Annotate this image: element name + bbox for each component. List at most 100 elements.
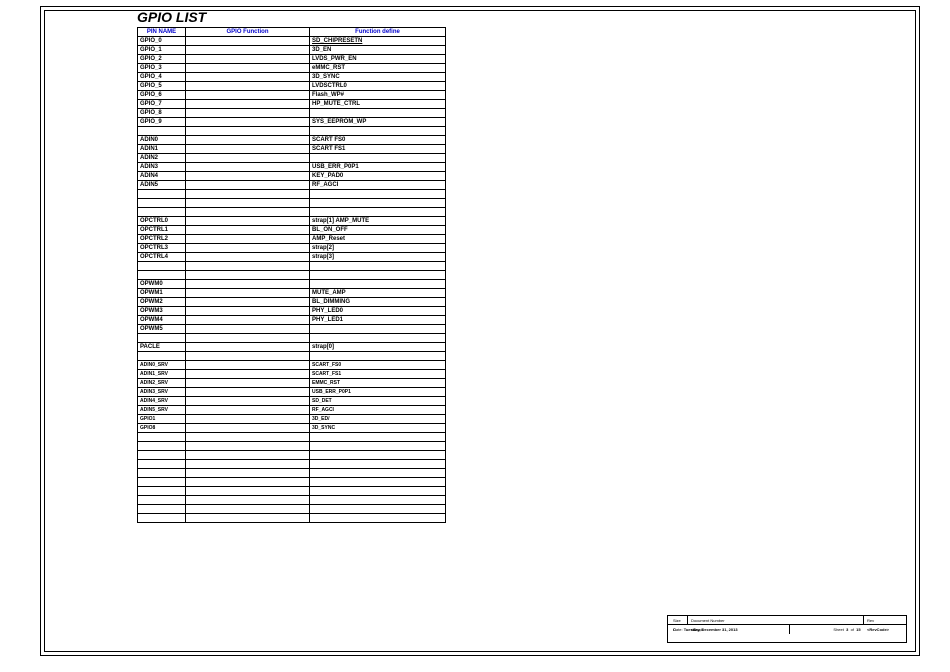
cell-function-define: strap[1] AMP_MUTE: [310, 217, 446, 226]
cell-gpio-function: [186, 181, 310, 190]
cell-function-define: [310, 280, 446, 289]
tb-rev: Rev <RevCode>: [864, 616, 904, 624]
cell-function-define: [310, 505, 446, 514]
table-row: GPIO_1 3D_EN: [138, 46, 446, 55]
cell-pin-name: ADIN1: [138, 145, 186, 154]
cell-function-define: 3D_ED/: [310, 415, 446, 424]
cell-gpio-function: [186, 361, 310, 370]
cell-pin-name: GPIO_5: [138, 82, 186, 91]
cell-function-define: [310, 460, 446, 469]
cell-gpio-function: [186, 217, 310, 226]
cell-function-define: [310, 262, 446, 271]
cell-pin-name: GPIO_7: [138, 100, 186, 109]
cell-function-define: EMMC_RST: [310, 379, 446, 388]
cell-pin-name: ADIN2_SRV: [138, 379, 186, 388]
cell-pin-name: [138, 262, 186, 271]
cell-gpio-function: [186, 118, 310, 127]
cell-pin-name: GPIO_1: [138, 46, 186, 55]
cell-function-define: [310, 496, 446, 505]
cell-pin-name: ADIN0: [138, 136, 186, 145]
cell-function-define: 3D_SYNC: [310, 73, 446, 82]
cell-pin-name: GPIO1: [138, 415, 186, 424]
cell-function-define: [310, 478, 446, 487]
cell-gpio-function: [186, 379, 310, 388]
table-row: [138, 352, 446, 361]
cell-pin-name: OPCTRL1: [138, 226, 186, 235]
cell-function-define: SD_DET: [310, 397, 446, 406]
table-row: ADIN0SCART FS0: [138, 136, 446, 145]
table-row: [138, 262, 446, 271]
cell-pin-name: ADIN3_SRV: [138, 388, 186, 397]
cell-function-define: RF_AGCI: [310, 181, 446, 190]
cell-pin-name: [138, 190, 186, 199]
cell-pin-name: [138, 208, 186, 217]
cell-gpio-function: [186, 370, 310, 379]
table-row: [138, 271, 446, 280]
cell-pin-name: [138, 505, 186, 514]
cell-gpio-function: [186, 280, 310, 289]
cell-gpio-function: [186, 91, 310, 100]
cell-gpio-function: [186, 199, 310, 208]
cell-gpio-function: [186, 55, 310, 64]
table-row: OPWM4PHY_LED1: [138, 316, 446, 325]
table-row: OPWM5: [138, 325, 446, 334]
cell-function-define: [310, 433, 446, 442]
table-row: [138, 496, 446, 505]
table-row: OPCTRL2AMP_Reset: [138, 235, 446, 244]
cell-pin-name: GPIO8: [138, 424, 186, 433]
cell-gpio-function: [186, 316, 310, 325]
table-row: ADIN3USB_ERR_P0P1: [138, 163, 446, 172]
table-row: OPWM2BL_DIMMING: [138, 298, 446, 307]
table-row: [138, 505, 446, 514]
cell-function-define: strap[3]: [310, 253, 446, 262]
cell-pin-name: [138, 496, 186, 505]
table-row: OPCTRL3strap[2]: [138, 244, 446, 253]
table-row: ADIN5RF_AGCI: [138, 181, 446, 190]
cell-function-define: SCART_FS0: [310, 361, 446, 370]
table-header-row: PIN NAME GPIO Function Function define: [138, 28, 446, 37]
table-row: ADIN4_SRVSD_DET: [138, 397, 446, 406]
gpio-table: PIN NAME GPIO Function Function define G…: [137, 27, 446, 523]
cell-function-define: [310, 352, 446, 361]
cell-gpio-function: [186, 253, 310, 262]
cell-pin-name: ADIN5_SRV: [138, 406, 186, 415]
cell-function-define: SCART FS1: [310, 145, 446, 154]
cell-function-define: LVDSCTRL0: [310, 82, 446, 91]
cell-gpio-function: [186, 424, 310, 433]
cell-function-define: SYS_EEPROM_WP: [310, 118, 446, 127]
cell-pin-name: OPWM1: [138, 289, 186, 298]
cell-function-define: [310, 514, 446, 523]
cell-gpio-function: [186, 415, 310, 424]
cell-gpio-function: [186, 244, 310, 253]
table-row: GPIO1 3D_ED/: [138, 415, 446, 424]
table-row: GPIO_2LVDS_PWR_EN: [138, 55, 446, 64]
table-row: OPWM3PHY_LED0: [138, 307, 446, 316]
table-row: [138, 460, 446, 469]
cell-pin-name: OPWM3: [138, 307, 186, 316]
cell-pin-name: ADIN3: [138, 163, 186, 172]
table-row: ADIN3_SRVUSB_ERR_P0P1: [138, 388, 446, 397]
cell-pin-name: [138, 433, 186, 442]
cell-pin-name: [138, 451, 186, 460]
cell-gpio-function: [186, 397, 310, 406]
cell-gpio-function: [186, 298, 310, 307]
title-block: Size C Document Number <Doc> Rev <RevCod…: [667, 615, 907, 643]
cell-gpio-function: [186, 127, 310, 136]
cell-pin-name: [138, 487, 186, 496]
cell-pin-name: [138, 442, 186, 451]
cell-function-define: [310, 199, 446, 208]
cell-gpio-function: [186, 190, 310, 199]
table-row: [138, 469, 446, 478]
cell-gpio-function: [186, 451, 310, 460]
table-row: OPWM0: [138, 280, 446, 289]
cell-gpio-function: [186, 100, 310, 109]
cell-function-define: [310, 469, 446, 478]
table-row: OPWM1MUTE_AMP: [138, 289, 446, 298]
cell-function-define: [310, 208, 446, 217]
cell-function-define: 3D_EN: [310, 46, 446, 55]
cell-function-define: LVDS_PWR_EN: [310, 55, 446, 64]
tb-docnum: Document Number <Doc>: [688, 616, 864, 624]
table-row: GPIO_9SYS_EEPROM_WP: [138, 118, 446, 127]
cell-pin-name: ADIN1_SRV: [138, 370, 186, 379]
cell-gpio-function: [186, 271, 310, 280]
